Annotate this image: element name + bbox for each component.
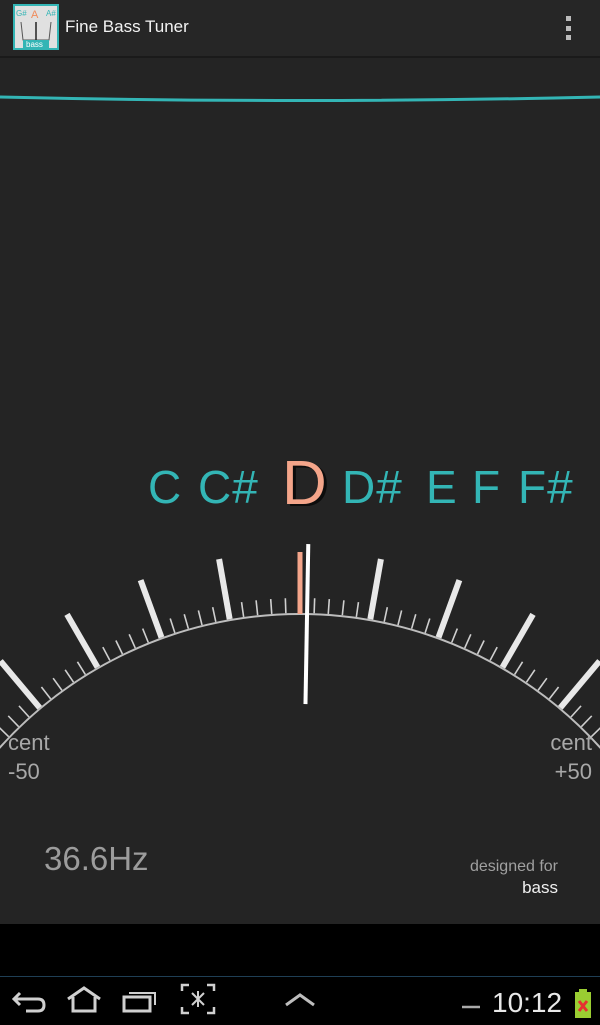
minor-tick <box>76 661 87 675</box>
minor-tick <box>197 610 203 626</box>
minor-tick <box>313 598 316 614</box>
minor-tick <box>327 598 331 615</box>
minor-tick <box>424 618 431 634</box>
minor-tick <box>341 600 345 616</box>
note-d-sharp: D# <box>342 461 403 513</box>
note-c-sharp: C# <box>198 461 259 513</box>
designed-for-label: designed for bass <box>470 856 558 898</box>
note-f: F <box>472 461 502 513</box>
minor-tick <box>18 705 30 718</box>
system-bar: 10:12 <box>0 976 600 1025</box>
signal-dash-icon <box>462 1005 480 1009</box>
minor-tick <box>355 601 360 618</box>
cent-min-value: -50 <box>8 759 40 784</box>
gauge-arc <box>0 613 600 749</box>
note-f-sharp: F# <box>518 461 574 513</box>
major-tick <box>64 612 101 669</box>
minor-tick <box>284 598 287 614</box>
minor-tick <box>211 607 217 623</box>
cent-max-unit: cent <box>550 730 592 755</box>
minor-tick <box>397 610 403 626</box>
minor-tick <box>7 715 20 728</box>
minor-tick <box>410 614 417 629</box>
major-tick <box>137 579 165 639</box>
minor-tick <box>141 628 150 643</box>
cent-max-label: cent +50 <box>550 728 592 786</box>
bottom-spacer <box>0 924 600 976</box>
home-icon[interactable] <box>64 983 104 1017</box>
minor-tick <box>450 628 459 643</box>
minor-tick <box>240 601 245 618</box>
minor-tick <box>548 686 560 700</box>
major-tick <box>435 579 463 639</box>
major-tick <box>0 659 42 710</box>
minor-tick <box>590 727 600 738</box>
frequency-readout: 36.6Hz <box>44 840 149 877</box>
note-strip: C C# D D# E F F# <box>0 440 600 530</box>
minor-tick <box>52 677 63 691</box>
recent-apps-icon[interactable] <box>120 983 160 1017</box>
designed-for-text: designed for <box>469 858 558 875</box>
note-d: D <box>282 449 328 518</box>
minor-tick <box>128 633 137 649</box>
status-clock: 10:12 <box>492 987 563 1018</box>
cent-max-value: +50 <box>554 759 592 784</box>
battery-charging-icon <box>575 989 591 1018</box>
back-icon[interactable] <box>10 983 48 1017</box>
note-c: C <box>148 461 183 513</box>
minor-tick <box>570 705 582 718</box>
cent-min-label: cent -50 <box>8 728 50 786</box>
minor-tick <box>102 646 111 661</box>
minor-tick <box>383 607 389 623</box>
minor-tick <box>183 614 190 629</box>
up-chevron-icon[interactable] <box>284 983 316 1017</box>
minor-tick <box>463 633 472 649</box>
minor-tick <box>64 669 75 683</box>
minor-tick <box>40 686 52 700</box>
minor-tick <box>537 677 548 691</box>
minor-tick <box>525 669 536 683</box>
minor-tick <box>115 640 124 655</box>
minor-tick <box>269 598 273 615</box>
minor-tick <box>476 640 485 655</box>
screenshot-icon[interactable] <box>180 983 216 1017</box>
cent-min-unit: cent <box>8 730 50 755</box>
tuner-needle <box>303 544 311 705</box>
designed-for-instrument: bass <box>522 878 558 897</box>
minor-tick <box>580 715 593 728</box>
minor-tick <box>169 618 176 634</box>
minor-tick <box>489 646 498 661</box>
major-tick <box>499 612 536 669</box>
major-tick <box>216 558 233 620</box>
major-tick <box>367 558 384 620</box>
minor-tick <box>513 661 524 675</box>
major-tick <box>558 659 600 710</box>
note-e: E <box>426 461 458 513</box>
minor-tick <box>255 600 259 616</box>
signal-level-line <box>0 95 600 102</box>
